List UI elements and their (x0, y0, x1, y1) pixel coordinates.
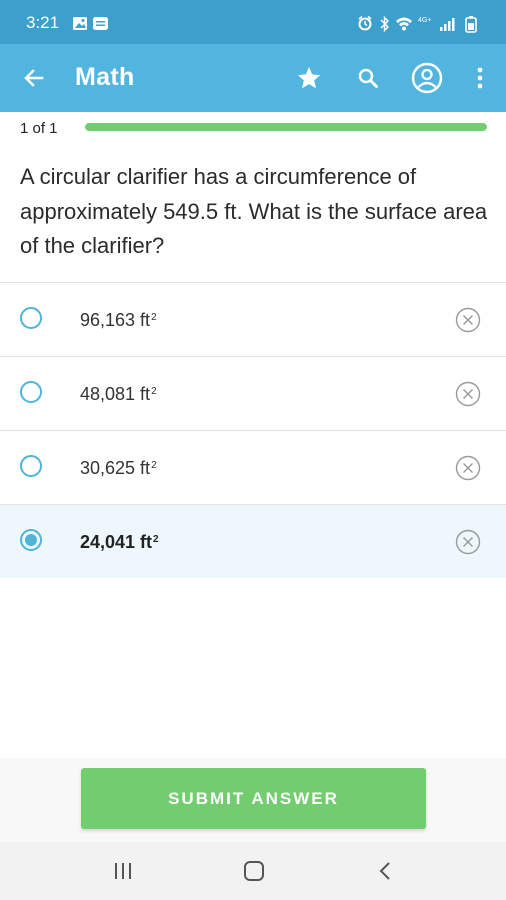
answer-option[interactable]: 30,625 ft2 (0, 430, 506, 504)
eliminate-button[interactable] (455, 381, 481, 407)
recent-apps-icon (115, 863, 131, 879)
status-right-icons: 4G+ (358, 15, 486, 38)
radio-button[interactable] (20, 381, 42, 403)
back-arrow-icon (24, 69, 44, 87)
answer-text: 96,163 ft2 (80, 310, 157, 330)
status-bar: 3:21 4G+ (0, 0, 506, 44)
answer-option[interactable]: 24,041 ft2 (0, 504, 506, 578)
favorite-button[interactable] (289, 58, 329, 98)
answer-text: 48,081 ft2 (80, 384, 157, 404)
search-button[interactable] (348, 58, 388, 98)
back-icon (379, 862, 390, 880)
progress-bar (85, 123, 487, 131)
app-bar: Math (0, 44, 506, 112)
close-circle-icon (455, 455, 481, 481)
submit-answer-button[interactable]: SUBMIT ANSWER (81, 768, 426, 829)
home-icon (244, 861, 264, 881)
status-left-icons (73, 16, 109, 37)
page-title: Math (75, 63, 135, 91)
bottom-action-area: SUBMIT ANSWER (0, 758, 506, 842)
answer-text: 24,041 ft2 (80, 532, 159, 552)
close-circle-icon (455, 381, 481, 407)
eliminate-button[interactable] (455, 455, 481, 481)
eliminate-button[interactable] (455, 529, 481, 555)
answer-option[interactable]: 48,081 ft2 (0, 356, 506, 430)
search-icon (358, 68, 378, 88)
status-time: 3:21 (26, 13, 60, 32)
more-vertical-icon (477, 67, 483, 89)
network-label: 4G+ (418, 17, 431, 24)
alarm-icon (358, 15, 372, 31)
back-button[interactable] (14, 58, 54, 98)
radio-button[interactable] (20, 455, 42, 477)
answer-option[interactable]: 96,163 ft2 (0, 282, 506, 356)
question-text: A circular clarifier has a circumference… (20, 164, 488, 258)
radio-button[interactable] (20, 529, 42, 551)
radio-button[interactable] (20, 307, 42, 329)
bluetooth-icon (380, 15, 390, 33)
battery-icon (465, 16, 477, 33)
signal-icon (440, 18, 455, 31)
wifi-icon (396, 17, 412, 31)
answer-text: 30,625 ft2 (80, 458, 157, 478)
progress-row: 1 of 1 (0, 112, 506, 142)
image-icon (73, 17, 87, 30)
recent-apps-button[interactable] (105, 853, 141, 889)
close-circle-icon (455, 307, 481, 333)
star-icon (297, 66, 321, 89)
progress-label: 1 of 1 (20, 120, 58, 137)
close-circle-icon (455, 529, 481, 555)
progress-fill (85, 123, 487, 131)
answer-options: 96,163 ft2 48,081 ft2 30,625 ft2 24,041 … (0, 282, 506, 578)
notification-icon (93, 17, 108, 30)
account-icon (411, 62, 443, 94)
home-button[interactable] (236, 853, 272, 889)
eliminate-button[interactable] (455, 307, 481, 333)
system-nav-bar (0, 842, 506, 900)
nav-back-button[interactable] (367, 853, 403, 889)
account-button[interactable] (407, 58, 447, 98)
more-options-button[interactable] (460, 58, 500, 98)
